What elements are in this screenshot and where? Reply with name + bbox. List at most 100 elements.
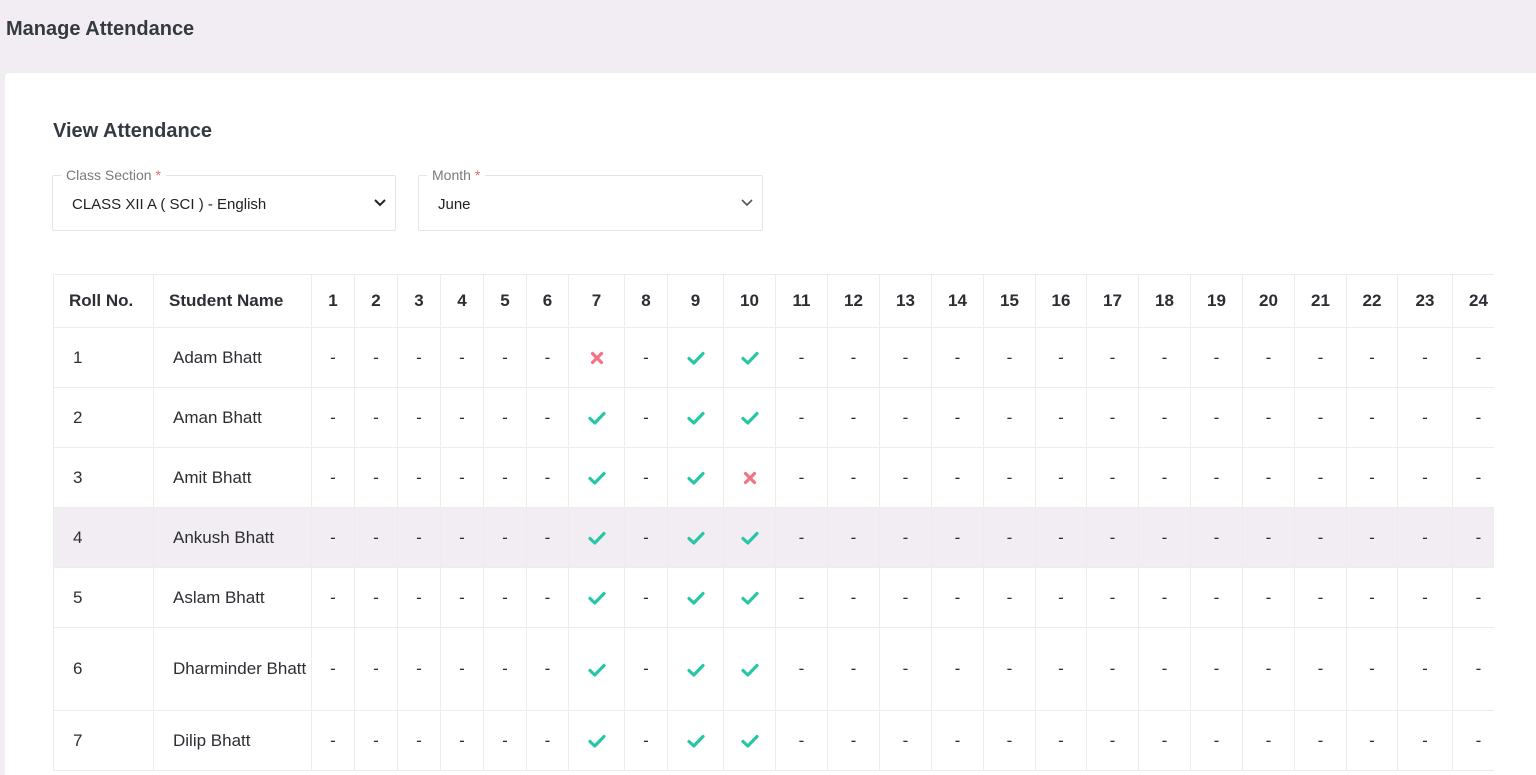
empty-mark: - <box>526 387 569 448</box>
empty-mark: - <box>483 507 527 568</box>
student-name-cell: Adam Bhatt <box>153 327 312 388</box>
class-section-select[interactable]: Class Section * CLASS XII A ( SCI ) - En… <box>52 167 396 231</box>
day-header: 16 <box>1035 274 1087 328</box>
empty-mark: - <box>397 710 441 771</box>
day-header: 22 <box>1346 274 1398 328</box>
check-icon <box>568 627 625 711</box>
empty-mark: - <box>526 710 569 771</box>
check-icon <box>568 447 625 508</box>
empty-mark: - <box>440 327 484 388</box>
empty-mark: - <box>440 627 484 711</box>
check-icon <box>568 507 625 568</box>
empty-mark: - <box>1452 627 1494 711</box>
empty-mark: - <box>1138 447 1191 508</box>
empty-mark: - <box>311 387 355 448</box>
empty-mark: - <box>624 710 668 771</box>
empty-mark: - <box>624 507 668 568</box>
check-icon <box>667 327 724 388</box>
empty-mark: - <box>983 447 1036 508</box>
empty-mark: - <box>354 387 398 448</box>
empty-mark: - <box>483 710 527 771</box>
empty-mark: - <box>1190 567 1243 628</box>
empty-mark: - <box>1035 710 1087 771</box>
empty-mark: - <box>1397 507 1453 568</box>
check-icon <box>667 447 724 508</box>
day-header: 8 <box>624 274 668 328</box>
empty-mark: - <box>1452 710 1494 771</box>
chevron-down-icon <box>374 199 386 207</box>
empty-mark: - <box>983 627 1036 711</box>
empty-mark: - <box>1294 627 1347 711</box>
empty-mark: - <box>440 507 484 568</box>
empty-mark: - <box>931 327 984 388</box>
empty-mark: - <box>983 567 1036 628</box>
student-name-cell: Dharminder Bhatt <box>153 627 312 711</box>
empty-mark: - <box>1190 507 1243 568</box>
day-header: 7 <box>568 274 625 328</box>
empty-mark: - <box>983 387 1036 448</box>
table-row: 5 Aslam Bhatt - - - - - - - - - - - - - - - - - - - - - <box>53 567 1494 628</box>
table-row: 6 Dharminder Bhatt - - - - - - - - - - - - - - - - - - - - - <box>53 627 1494 711</box>
empty-mark: - <box>1346 567 1398 628</box>
empty-mark: - <box>1190 710 1243 771</box>
empty-mark: - <box>983 507 1036 568</box>
page-header: Manage Attendance <box>0 0 1536 64</box>
empty-mark: - <box>1086 627 1139 711</box>
empty-mark: - <box>1397 327 1453 388</box>
check-icon <box>723 387 776 448</box>
check-icon <box>568 567 625 628</box>
attendance-table-wrapper[interactable]: Roll No. Student Name 1 2 3 4 5 6 7 8 9 10 11 12 13 1… <box>53 274 1494 775</box>
empty-mark: - <box>397 447 441 508</box>
empty-mark: - <box>1035 327 1087 388</box>
empty-mark: - <box>1190 627 1243 711</box>
empty-mark: - <box>526 567 569 628</box>
empty-mark: - <box>827 627 880 711</box>
empty-mark: - <box>483 327 527 388</box>
class-section-label: Class Section * <box>61 167 166 183</box>
roll-no-cell: 7 <box>53 710 154 771</box>
empty-mark: - <box>1086 387 1139 448</box>
empty-mark: - <box>1294 387 1347 448</box>
empty-mark: - <box>1190 447 1243 508</box>
empty-mark: - <box>1138 627 1191 711</box>
empty-mark: - <box>879 567 932 628</box>
empty-mark: - <box>1294 447 1347 508</box>
attendance-card: View Attendance Class Section * CLASS XI… <box>5 73 1536 775</box>
day-header: 18 <box>1138 274 1191 328</box>
empty-mark: - <box>1035 447 1087 508</box>
empty-mark: - <box>827 387 880 448</box>
empty-mark: - <box>1397 567 1453 628</box>
student-name-cell: Aman Bhatt <box>153 387 312 448</box>
empty-mark: - <box>526 447 569 508</box>
empty-mark: - <box>1346 327 1398 388</box>
empty-mark: - <box>483 447 527 508</box>
empty-mark: - <box>624 327 668 388</box>
day-header: 19 <box>1190 274 1243 328</box>
empty-mark: - <box>879 627 932 711</box>
empty-mark: - <box>983 327 1036 388</box>
empty-mark: - <box>354 327 398 388</box>
empty-mark: - <box>354 567 398 628</box>
empty-mark: - <box>775 710 828 771</box>
empty-mark: - <box>931 627 984 711</box>
empty-mark: - <box>1346 447 1398 508</box>
empty-mark: - <box>1242 710 1295 771</box>
check-icon <box>723 627 776 711</box>
empty-mark: - <box>1397 387 1453 448</box>
empty-mark: - <box>397 387 441 448</box>
table-row: 2 Aman Bhatt - - - - - - - - - - - - - - - - - - - - - <box>53 387 1494 448</box>
day-header: 5 <box>483 274 527 328</box>
day-header: 14 <box>931 274 984 328</box>
check-icon <box>667 627 724 711</box>
empty-mark: - <box>827 327 880 388</box>
check-icon <box>723 507 776 568</box>
student-name-cell: Dilip Bhatt <box>153 710 312 771</box>
day-header: 20 <box>1242 274 1295 328</box>
empty-mark: - <box>775 507 828 568</box>
empty-mark: - <box>1242 447 1295 508</box>
day-header: 15 <box>983 274 1036 328</box>
empty-mark: - <box>1242 387 1295 448</box>
month-select[interactable]: Month * June <box>418 167 763 231</box>
check-icon <box>568 387 625 448</box>
day-header: 24 <box>1452 274 1494 328</box>
